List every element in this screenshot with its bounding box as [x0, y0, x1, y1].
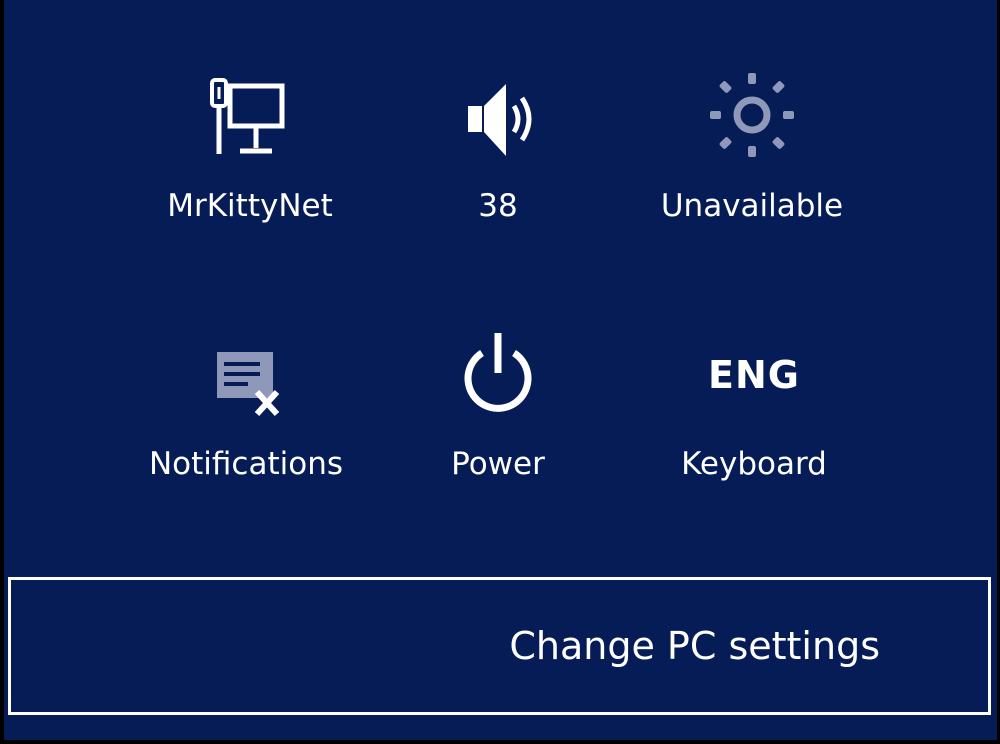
- notifications-label: Notifications: [148, 446, 344, 482]
- network-label: MrKittyNet: [167, 188, 333, 224]
- notifications-off-icon: [141, 330, 351, 420]
- keyboard-language-indicator: ENG: [649, 330, 859, 420]
- brightness-label: Unavailable: [660, 188, 844, 224]
- volume-label: 38: [478, 188, 518, 224]
- notifications-tile[interactable]: Notifications: [141, 330, 351, 490]
- brightness-sun-icon: [647, 72, 857, 162]
- power-label: Power: [451, 446, 545, 482]
- change-pc-settings-button[interactable]: Change PC settings: [8, 577, 991, 715]
- keyboard-tile[interactable]: ENG Keyboard: [649, 330, 859, 490]
- change-pc-settings-label: Change PC settings: [509, 624, 880, 668]
- speaker-volume-icon: [393, 72, 603, 162]
- volume-tile[interactable]: 38: [393, 72, 603, 232]
- power-icon: [393, 330, 603, 420]
- wired-network-icon: [145, 72, 355, 162]
- brightness-tile[interactable]: Unavailable: [647, 72, 857, 232]
- keyboard-label: Keyboard: [681, 446, 827, 482]
- power-tile[interactable]: Power: [393, 330, 603, 490]
- network-tile[interactable]: MrKittyNet: [145, 72, 355, 232]
- keyboard-language-code: ENG: [708, 353, 800, 397]
- settings-charm-panel: MrKittyNet 38 Unavailable Notifications …: [4, 0, 999, 743]
